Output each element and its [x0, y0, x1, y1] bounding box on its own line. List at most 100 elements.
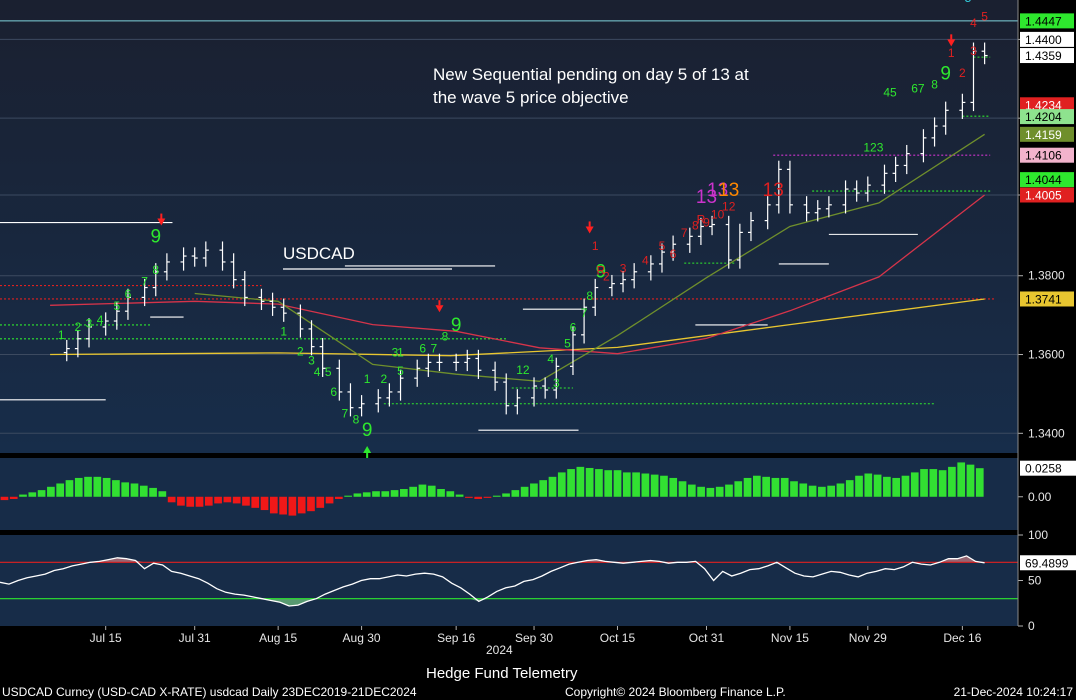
macd-bar — [9, 496, 18, 499]
date-tick-label: Oct 15 — [600, 631, 636, 645]
sequential-count: 1 — [592, 239, 599, 253]
macd-bar — [316, 496, 325, 508]
sequential-count: 8 — [931, 78, 938, 92]
date-tick-label: Sep 16 — [437, 631, 475, 645]
date-tick-label: Nov 29 — [849, 631, 887, 645]
macd-bar — [585, 467, 594, 497]
macd-bar — [251, 496, 260, 508]
price-tick-label: 1.3400 — [1028, 426, 1065, 440]
macd-bar — [715, 486, 724, 497]
macd-bar — [427, 485, 436, 497]
macd-bar — [604, 470, 613, 497]
macd-bar — [112, 480, 120, 497]
sequential-count: 2 — [297, 344, 304, 358]
sequential-count: 8 — [152, 263, 159, 277]
macd-bar — [743, 477, 752, 497]
macd-bar — [948, 466, 956, 497]
price-axis-label: 1.4044 — [1020, 172, 1074, 188]
svg-text:1.4204: 1.4204 — [1025, 110, 1062, 124]
macd-bar — [130, 483, 139, 497]
macd-bar — [818, 486, 826, 497]
macd-bar — [260, 496, 269, 511]
macd-bar — [938, 470, 947, 497]
macd-bar — [548, 476, 557, 497]
macd-bar — [297, 496, 306, 514]
price-axis-label: 1.4359 — [1020, 48, 1074, 64]
macd-bar — [650, 474, 659, 497]
macd-bar — [660, 475, 668, 497]
macd-bar — [474, 496, 483, 499]
sequential-count: 5 — [397, 364, 404, 378]
macd-bar — [121, 482, 130, 497]
sequential-count: 123 — [863, 141, 883, 155]
macd-bar — [177, 496, 185, 506]
macd-bar — [158, 491, 167, 497]
sequential-count: 8 — [586, 289, 593, 303]
macd-bar — [214, 496, 222, 504]
macd-bar — [864, 473, 873, 497]
macd-bar — [223, 496, 232, 503]
macd-bar — [892, 477, 901, 497]
date-tick-label: Aug 30 — [343, 631, 381, 645]
macd-bar — [372, 491, 380, 497]
macd-bar — [195, 496, 204, 507]
macd-bar — [697, 486, 705, 497]
price-axis-label: 1.4159 — [1020, 126, 1074, 142]
sequential-count: 3 — [970, 44, 977, 58]
annotation-line-2: the wave 5 price objective — [433, 88, 629, 107]
sequential-count: 9 — [150, 226, 161, 247]
sequential-count: 1 — [948, 46, 955, 60]
year-label: 2024 — [486, 643, 513, 657]
macd-bar — [47, 486, 55, 497]
svg-text:1.4400: 1.4400 — [1025, 33, 1062, 47]
sequential-count: 1 — [58, 328, 65, 342]
macd-bar — [56, 483, 65, 497]
sequential-count: 7 — [431, 342, 438, 356]
rsi-tick-label: 100 — [1028, 528, 1048, 542]
macd-bar — [845, 480, 854, 497]
macd-bar — [483, 496, 492, 498]
macd-bar — [790, 481, 798, 497]
macd-bar — [827, 485, 836, 497]
sequential-count: 6 — [670, 247, 677, 261]
macd-tick-label: 0.00 — [1028, 490, 1052, 504]
sequential-count: 5 — [981, 9, 988, 23]
macd-bar — [753, 475, 761, 497]
rsi-panel-bg — [0, 535, 1018, 626]
macd-bar — [0, 496, 9, 501]
sequential-count: 6 — [125, 287, 132, 301]
macd-bar — [232, 496, 241, 504]
sequential-count: R — [697, 212, 706, 226]
macd-bar — [576, 466, 585, 497]
svg-text:1.4106: 1.4106 — [1025, 149, 1062, 163]
sequential-count: 5 — [659, 239, 666, 253]
macd-bar — [353, 493, 362, 497]
sequential-count: 4 — [970, 16, 977, 30]
svg-text:1.4447: 1.4447 — [1025, 14, 1062, 28]
macd-bar — [799, 483, 808, 497]
macd-bar — [344, 495, 352, 497]
macd-bar — [539, 480, 548, 497]
svg-text:1.4005: 1.4005 — [1025, 188, 1062, 202]
annotation-line-1: New Sequential pending on day 5 of 13 at — [433, 65, 749, 84]
date-tick-label: Oct 31 — [689, 631, 725, 645]
price-axis-label: 1.4204 — [1020, 109, 1074, 125]
sequential-count: 5 — [113, 299, 120, 313]
date-tick-label: Jul 15 — [90, 631, 122, 645]
macd-bar — [557, 472, 566, 497]
macd-bar — [957, 462, 966, 497]
macd-bar — [390, 490, 399, 497]
macd-bar — [418, 484, 427, 497]
macd-bar — [335, 496, 343, 499]
macd-bar — [511, 490, 520, 497]
macd-bar — [687, 484, 696, 497]
footer-center: Copyright© 2024 Bloomberg Finance L.P. — [565, 685, 786, 699]
sequential-count: R — [596, 264, 605, 278]
sequential-count: 4 — [314, 365, 321, 379]
macd-bar — [883, 476, 891, 497]
macd-bar — [409, 486, 418, 497]
sequential-count: 7 — [581, 306, 588, 320]
macd-bar — [725, 484, 733, 497]
macd-bar — [622, 472, 631, 497]
macd-bar — [567, 469, 575, 497]
